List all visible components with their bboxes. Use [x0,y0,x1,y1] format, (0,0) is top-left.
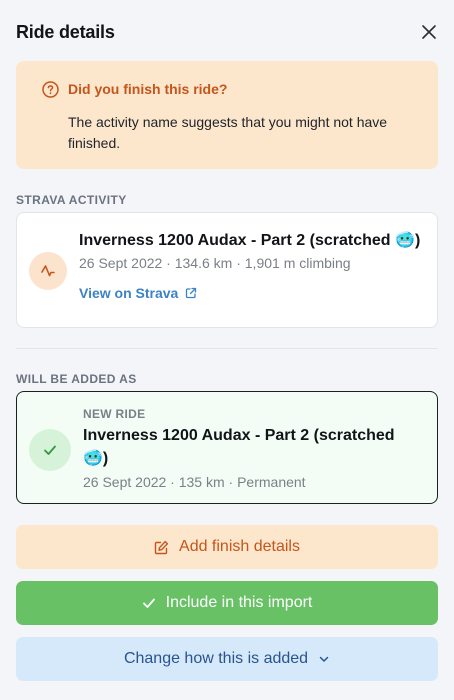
change-how-added-button[interactable]: Change how this is added [16,637,438,681]
activity-title-closing: ) [414,232,421,249]
activity-title-text: Inverness 1200 Audax - Part 2 (scratched [79,232,391,249]
activity-meta: 26 Sept 2022 · 134.6 km · 1,901 m climbi… [79,255,351,271]
activity-title: Inverness 1200 Audax - Part 2 (scratched… [79,230,420,251]
cold-face-emoji: 🥶 [83,448,103,467]
new-ride-meta: 26 Sept 2022 · 135 km · Permanent [83,474,306,490]
cold-face-emoji: 🥶 [395,230,415,249]
activity-icon-circle [29,252,67,290]
warning-text: The activity name suggests that you migh… [68,114,388,151]
question-circle-icon [42,81,59,98]
new-ride-card[interactable]: NEW RIDE Inverness 1200 Audax - Part 2 (… [16,391,438,504]
new-ride-title-line1: Inverness 1200 Audax - Part 2 (scratched [83,427,395,444]
activity-pulse-icon [41,265,55,277]
close-button[interactable] [416,19,442,45]
edit-icon [154,540,169,554]
panel-header: Ride details [16,18,438,46]
new-ride-title-closing: ) [102,450,109,467]
chevron-down-icon [319,656,329,662]
warning-title: Did you finish this ride? [68,81,228,97]
new-ride-title-line2: 🥶) [83,448,108,469]
change-how-added-label: Change how this is added [123,650,309,667]
view-on-strava-label: View on Strava [79,285,179,301]
strava-activity-card: Inverness 1200 Audax - Part 2 (scratched… [16,212,438,328]
include-in-import-button[interactable]: Include in this import [16,581,438,625]
add-finish-details-button[interactable]: Add finish details [16,525,438,569]
check-icon [44,445,56,455]
close-icon [422,25,436,39]
panel-title: Ride details [16,21,115,42]
ride-details-panel: Ride details Did you finish this ride? T… [0,0,454,700]
added-section-label: WILL BE ADDED AS [16,372,137,386]
check-icon [142,598,155,608]
strava-section-label: STRAVA ACTIVITY [16,193,127,207]
section-divider [16,348,438,349]
include-in-import-label: Include in this import [165,594,313,611]
finish-warning-banner: Did you finish this ride? The activity n… [16,61,438,169]
add-finish-details-label: Add finish details [179,538,300,555]
check-icon-circle [29,429,71,471]
view-on-strava-link[interactable]: View on Strava [79,285,197,301]
new-ride-tag: NEW RIDE [83,407,146,421]
external-link-icon [186,287,197,299]
